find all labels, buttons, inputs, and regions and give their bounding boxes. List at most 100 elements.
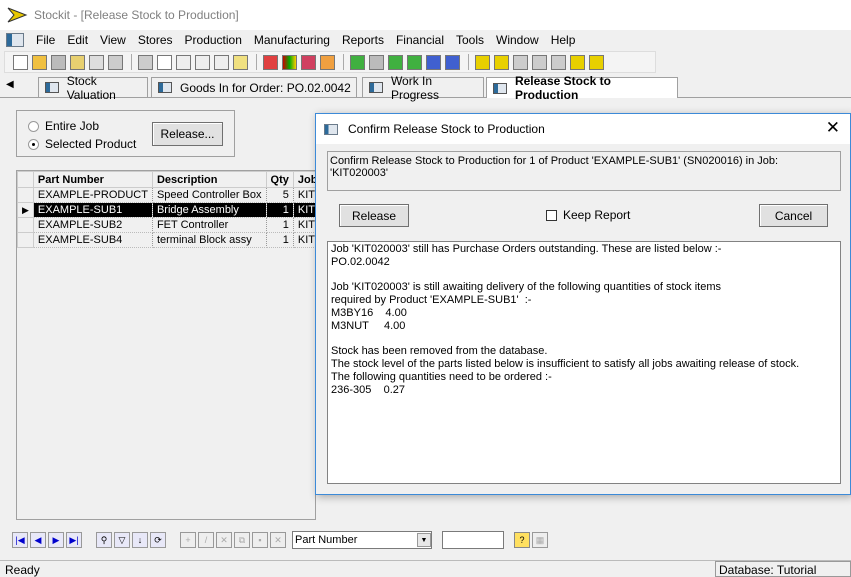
search-field-select[interactable]: Part Number ▼ [292, 531, 432, 549]
document-icon[interactable] [6, 33, 24, 47]
menu-production[interactable]: Production [183, 33, 244, 47]
gear-icon[interactable] [475, 54, 490, 70]
chevron-down-icon[interactable]: ▼ [417, 533, 431, 547]
production-icon[interactable] [263, 54, 278, 70]
menu-stores[interactable]: Stores [136, 33, 175, 47]
save-record-icon[interactable]: ▪ [252, 532, 268, 548]
cell-part[interactable]: EXAMPLE-SUB2 [33, 217, 153, 233]
calculator-icon[interactable] [195, 54, 210, 70]
refresh-icon[interactable]: ⟳ [150, 532, 166, 548]
add-record-icon[interactable]: + [180, 532, 196, 548]
last-record-icon[interactable]: ▶| [66, 532, 82, 548]
cell-part[interactable]: EXAMPLE-PRODUCT [33, 187, 153, 203]
previous-record-icon[interactable]: ◀ [30, 532, 46, 548]
menu-help[interactable]: Help [549, 33, 578, 47]
save-icon[interactable] [51, 54, 66, 70]
release-button[interactable]: Release [339, 204, 409, 227]
cell-part[interactable]: EXAMPLE-SUB1 [33, 202, 153, 218]
cell-part[interactable]: EXAMPLE-SUB4 [33, 232, 153, 248]
find-icon[interactable]: ⚲ [96, 532, 112, 548]
print-icon[interactable] [138, 54, 153, 70]
tab-scroll-left-icon[interactable]: ◀ [6, 79, 14, 90]
menu-reports[interactable]: Reports [340, 33, 386, 47]
delete-record-icon[interactable]: ✕ [216, 532, 232, 548]
gear-edit-icon[interactable] [551, 54, 566, 70]
menu-tools[interactable]: Tools [454, 33, 486, 47]
table-row[interactable]: ▶EXAMPLE-SUB1Bridge Assembly1KIT0200 [17, 202, 345, 218]
selected-product-radio[interactable]: Selected Product [28, 137, 136, 151]
transfer-icon[interactable] [426, 54, 441, 70]
gear-query-icon[interactable] [513, 54, 528, 70]
stock-in-icon[interactable] [89, 54, 104, 70]
row-indicator[interactable]: ▶ [17, 202, 34, 218]
status-text: Ready [5, 563, 40, 577]
tab-stock-valuation[interactable]: Stock Valuation [38, 74, 148, 102]
menu-financial[interactable]: Financial [394, 33, 446, 47]
print-preview-icon[interactable] [157, 54, 172, 70]
gear-sort-icon[interactable] [532, 54, 547, 70]
chart-icon[interactable] [282, 54, 297, 70]
menu-edit[interactable]: Edit [65, 33, 90, 47]
tab-goods-in[interactable]: Goods In for Order: PO.02.0042 [151, 77, 357, 97]
release-icon[interactable] [301, 54, 316, 70]
new-icon[interactable] [13, 54, 28, 70]
row-indicator[interactable] [17, 217, 34, 233]
move-item-icon[interactable] [369, 54, 384, 70]
swap-icon[interactable] [445, 54, 460, 70]
search-input[interactable] [442, 531, 504, 549]
menu-view[interactable]: View [98, 33, 128, 47]
report-text[interactable]: Job 'KIT020003' still has Purchase Order… [327, 241, 841, 484]
grid-icon[interactable]: ▦ [532, 532, 548, 548]
col-description[interactable]: Description [151, 171, 267, 188]
sort-icon[interactable]: ↓ [132, 532, 148, 548]
cell-qty[interactable]: 1 [266, 217, 294, 233]
radio-circle[interactable] [28, 120, 39, 132]
label-icon[interactable] [233, 54, 248, 70]
keep-report-checkbox[interactable]: Keep Report [546, 208, 630, 222]
cell-qty[interactable]: 1 [266, 232, 294, 248]
next-record-icon[interactable]: ▶ [48, 532, 64, 548]
form-icon[interactable] [214, 54, 229, 70]
checkbox-box[interactable] [546, 209, 557, 221]
col-qty[interactable]: Qty [265, 171, 294, 188]
open-icon[interactable] [32, 54, 47, 70]
entire-job-radio[interactable]: Entire Job [28, 119, 99, 133]
stock-out-icon[interactable] [108, 54, 123, 70]
menu-file[interactable]: File [34, 33, 57, 47]
cell-qty[interactable]: 5 [266, 187, 294, 203]
edit-record-icon[interactable]: / [198, 532, 214, 548]
gears-icon[interactable] [589, 54, 604, 70]
item-list-icon[interactable] [407, 54, 422, 70]
menu-manufacturing[interactable]: Manufacturing [252, 33, 332, 47]
cell-description[interactable]: Bridge Assembly [152, 202, 267, 218]
gear-forward-icon[interactable] [570, 54, 585, 70]
table-row[interactable]: EXAMPLE-PRODUCTSpeed Controller Box5KIT0… [17, 187, 345, 203]
cancel-button[interactable]: Cancel [759, 204, 828, 227]
row-indicator[interactable] [17, 187, 34, 203]
radio-circle[interactable] [28, 138, 39, 150]
first-record-icon[interactable]: |◀ [12, 532, 28, 548]
cell-qty[interactable]: 1 [266, 202, 294, 218]
menu-window[interactable]: Window [494, 33, 541, 47]
table-row[interactable]: EXAMPLE-SUB2FET Controller1KIT0200 [17, 217, 345, 233]
table-row[interactable]: EXAMPLE-SUB4terminal Block assy1KIT0200 [17, 232, 345, 248]
gear-add-icon[interactable] [494, 54, 509, 70]
tab-release-stock[interactable]: Release Stock to Production [486, 74, 678, 102]
cell-description[interactable]: terminal Block assy [152, 232, 267, 248]
stores-icon[interactable] [70, 54, 85, 70]
copy-record-icon[interactable]: ⧉ [234, 532, 250, 548]
work-order-icon[interactable] [320, 54, 335, 70]
cell-description[interactable]: FET Controller [152, 217, 267, 233]
col-part-number[interactable]: Part Number [32, 171, 153, 188]
tab-work-in-progress[interactable]: Work In Progress [362, 74, 484, 102]
release-dots-button[interactable]: Release... [152, 122, 223, 146]
cancel-edit-icon[interactable]: ✕ [270, 532, 286, 548]
help-query-icon[interactable]: ? [514, 532, 530, 548]
query-item-icon[interactable] [388, 54, 403, 70]
close-icon[interactable]: ✕ [826, 118, 840, 138]
filter-icon[interactable] [176, 54, 191, 70]
filter-icon[interactable]: ▽ [114, 532, 130, 548]
cell-description[interactable]: Speed Controller Box [152, 187, 267, 203]
add-item-icon[interactable] [350, 54, 365, 70]
row-indicator[interactable] [17, 232, 34, 248]
